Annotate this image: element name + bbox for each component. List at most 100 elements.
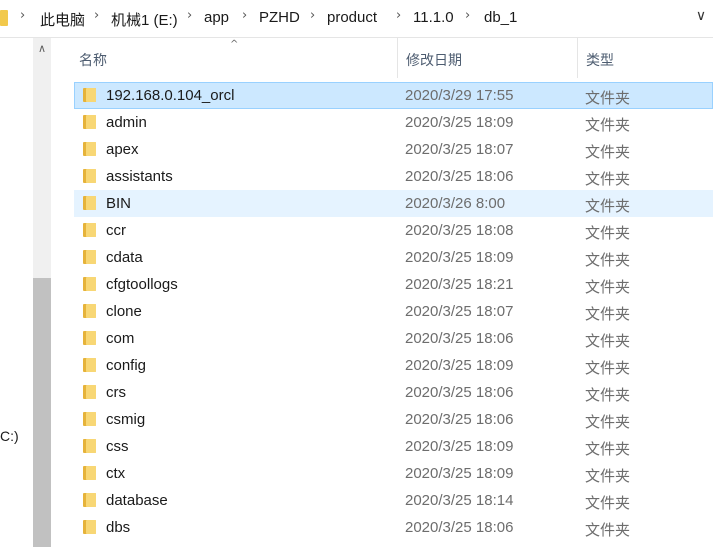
chevron-right-icon[interactable]: › xyxy=(187,8,192,23)
file-name[interactable]: dbs xyxy=(106,519,130,536)
table-row[interactable]: apex 2020/3/25 18:07 文件夹 xyxy=(74,136,713,163)
file-name[interactable]: ccr xyxy=(106,222,126,239)
file-modified-date: 2020/3/25 18:09 xyxy=(405,249,514,266)
sort-ascending-icon: ^ xyxy=(230,39,239,50)
table-row[interactable]: assistants 2020/3/25 18:06 文件夹 xyxy=(74,163,713,190)
folder-icon xyxy=(83,493,96,507)
table-row[interactable]: dbs 2020/3/25 18:06 文件夹 xyxy=(74,514,713,541)
table-row[interactable]: cdata 2020/3/25 18:09 文件夹 xyxy=(74,244,713,271)
file-modified-date: 2020/3/29 17:55 xyxy=(405,87,514,104)
table-row[interactable]: cfgtoollogs 2020/3/25 18:21 文件夹 xyxy=(74,271,713,298)
folder-icon xyxy=(0,10,8,26)
file-name[interactable]: csmig xyxy=(106,411,145,428)
folder-icon xyxy=(83,412,96,426)
file-modified-date: 2020/3/25 18:06 xyxy=(405,330,514,347)
chevron-right-icon[interactable]: › xyxy=(242,8,247,23)
file-type: 文件夹 xyxy=(585,117,631,134)
file-type: 文件夹 xyxy=(585,441,631,458)
file-type: 文件夹 xyxy=(585,387,631,404)
breadcrumb-app[interactable]: app xyxy=(204,9,229,26)
file-type: 文件夹 xyxy=(585,522,631,539)
column-header-type[interactable]: 类型 xyxy=(578,38,713,78)
file-modified-date: 2020/3/25 18:09 xyxy=(405,114,514,131)
table-row[interactable]: config 2020/3/25 18:09 文件夹 xyxy=(74,352,713,379)
table-row[interactable]: database 2020/3/25 18:14 文件夹 xyxy=(74,487,713,514)
file-name[interactable]: assistants xyxy=(106,168,173,185)
folder-icon xyxy=(83,250,96,264)
chevron-right-icon[interactable]: › xyxy=(465,8,470,23)
table-row[interactable]: admin 2020/3/25 18:09 文件夹 xyxy=(74,109,713,136)
breadcrumb-version[interactable]: 11.1.0 xyxy=(413,9,454,26)
table-row[interactable]: csmig 2020/3/25 18:06 文件夹 xyxy=(74,406,713,433)
address-bar[interactable]: › 此电脑 › 机械1 (E:) › app › PZHD › product … xyxy=(0,0,713,38)
nav-item-drive-c[interactable]: C:) xyxy=(0,428,19,444)
table-row[interactable]: css 2020/3/25 18:09 文件夹 xyxy=(74,433,713,460)
file-list: 192.168.0.104_orcl 2020/3/29 17:55 文件夹 admi… xyxy=(74,82,713,541)
file-name[interactable]: css xyxy=(106,438,129,455)
table-row[interactable]: clone 2020/3/25 18:07 文件夹 xyxy=(74,298,713,325)
file-name[interactable]: ctx xyxy=(106,465,125,482)
file-name[interactable]: clone xyxy=(106,303,142,320)
chevron-up-icon[interactable]: ∧ xyxy=(33,42,51,60)
folder-icon xyxy=(83,223,96,237)
chevron-right-icon[interactable]: › xyxy=(310,8,315,23)
table-row[interactable]: BIN 2020/3/26 8:00 文件夹 xyxy=(74,190,713,217)
column-header-date-label: 修改日期 xyxy=(406,52,462,68)
file-modified-date: 2020/3/25 18:09 xyxy=(405,438,514,455)
table-row[interactable]: 192.168.0.104_orcl 2020/3/29 17:55 文件夹 xyxy=(74,82,713,109)
navigation-pane: C:) xyxy=(0,38,33,547)
file-name[interactable]: config xyxy=(106,357,146,374)
file-type: 文件夹 xyxy=(585,144,631,161)
file-type: 文件夹 xyxy=(585,198,631,215)
file-type: 文件夹 xyxy=(585,171,631,188)
column-header-date[interactable]: 修改日期 xyxy=(398,38,578,78)
file-modified-date: 2020/3/25 18:07 xyxy=(405,141,514,158)
column-header-name-label: 名称 xyxy=(79,52,107,68)
folder-icon xyxy=(83,196,96,210)
file-name[interactable]: crs xyxy=(106,384,126,401)
folder-icon xyxy=(83,142,96,156)
folder-icon xyxy=(83,331,96,345)
folder-icon xyxy=(83,169,96,183)
table-row[interactable]: crs 2020/3/25 18:06 文件夹 xyxy=(74,379,713,406)
file-name[interactable]: admin xyxy=(106,114,147,131)
file-modified-date: 2020/3/25 18:14 xyxy=(405,492,514,509)
column-header-type-label: 类型 xyxy=(586,52,614,68)
chevron-right-icon[interactable]: › xyxy=(20,8,25,23)
file-name[interactable]: database xyxy=(106,492,168,509)
breadcrumb-this-pc[interactable]: 此电脑 xyxy=(40,9,85,30)
file-type: 文件夹 xyxy=(585,90,631,107)
file-name[interactable]: com xyxy=(106,330,134,347)
file-type: 文件夹 xyxy=(585,306,631,323)
file-name[interactable]: cdata xyxy=(106,249,143,266)
table-row[interactable]: com 2020/3/25 18:06 文件夹 xyxy=(74,325,713,352)
file-modified-date: 2020/3/25 18:09 xyxy=(405,357,514,374)
folder-icon xyxy=(83,277,96,291)
chevron-right-icon[interactable]: › xyxy=(396,8,401,23)
breadcrumb-pzhd[interactable]: PZHD xyxy=(259,9,300,26)
breadcrumb-product[interactable]: product xyxy=(327,9,377,26)
folder-icon xyxy=(83,466,96,480)
file-modified-date: 2020/3/25 18:08 xyxy=(405,222,514,239)
breadcrumb-db1[interactable]: db_1 xyxy=(484,9,517,26)
folder-icon xyxy=(83,304,96,318)
file-name[interactable]: cfgtoollogs xyxy=(106,276,178,293)
folder-icon xyxy=(83,520,96,534)
chevron-down-icon[interactable]: ∨ xyxy=(689,8,713,30)
file-name[interactable]: apex xyxy=(106,141,139,158)
file-name[interactable]: BIN xyxy=(106,195,131,212)
breadcrumb-drive-e[interactable]: 机械1 (E:) xyxy=(111,9,178,30)
file-type: 文件夹 xyxy=(585,495,631,512)
file-modified-date: 2020/3/25 18:21 xyxy=(405,276,514,293)
file-name[interactable]: 192.168.0.104_orcl xyxy=(106,87,234,104)
table-row[interactable]: ccr 2020/3/25 18:08 文件夹 xyxy=(74,217,713,244)
nav-scroll-thumb[interactable] xyxy=(33,278,51,547)
chevron-right-icon[interactable]: › xyxy=(94,8,99,23)
file-type: 文件夹 xyxy=(585,414,631,431)
file-type: 文件夹 xyxy=(585,252,631,269)
table-row[interactable]: ctx 2020/3/25 18:09 文件夹 xyxy=(74,460,713,487)
nav-scrollbar[interactable]: ∧ xyxy=(33,38,51,547)
folder-icon xyxy=(83,115,96,129)
file-type: 文件夹 xyxy=(585,333,631,350)
file-modified-date: 2020/3/25 18:09 xyxy=(405,465,514,482)
